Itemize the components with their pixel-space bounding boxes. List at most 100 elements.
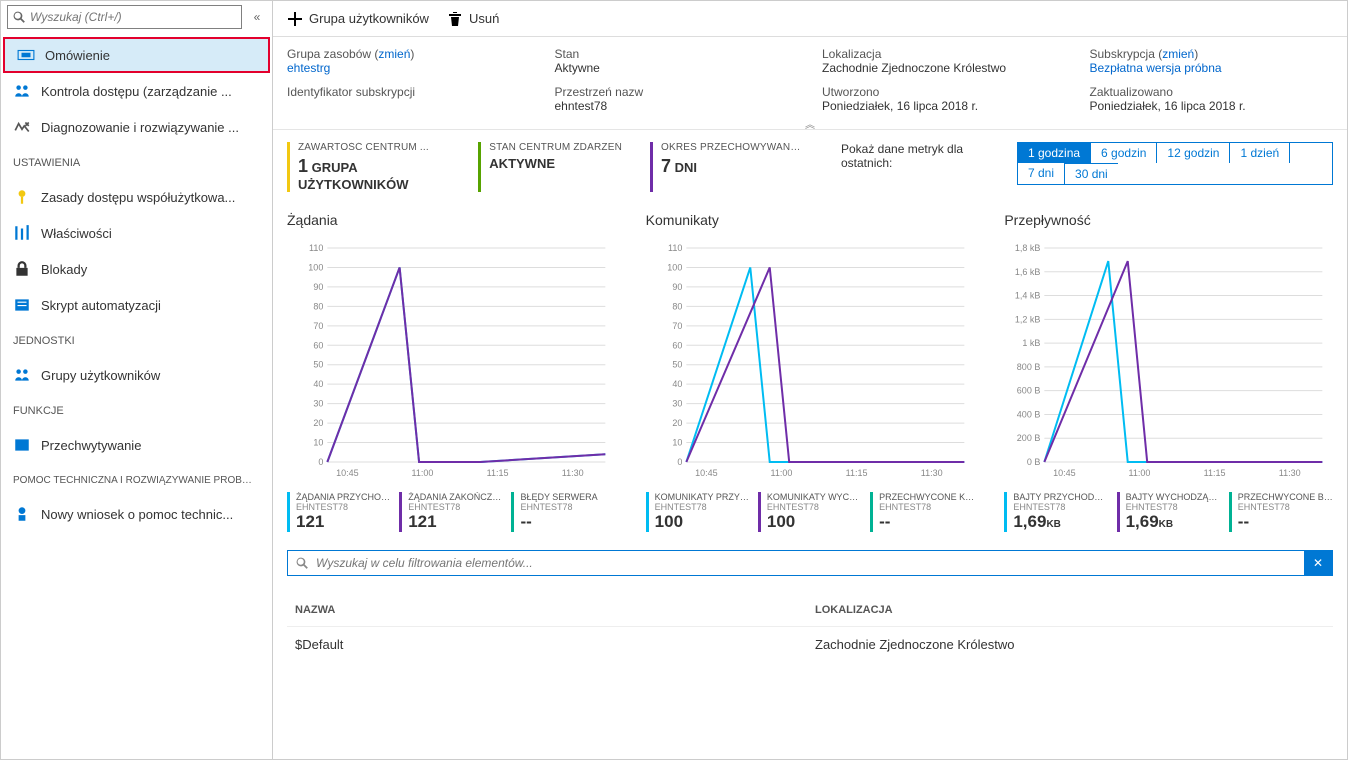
created-value: Poniedziałek, 16 lipca 2018 r. bbox=[822, 99, 1066, 113]
sidebar-search[interactable] bbox=[7, 5, 242, 29]
time-pill[interactable]: 7 dni bbox=[1018, 163, 1065, 184]
svg-text:30: 30 bbox=[672, 399, 682, 409]
time-pill[interactable]: 30 dni bbox=[1065, 163, 1118, 184]
nav-item[interactable]: Omówienie bbox=[3, 37, 270, 73]
metric-value: -- bbox=[879, 512, 974, 532]
add-group-button[interactable]: Grupa użytkowników bbox=[287, 11, 429, 27]
metric-sub: EHNTEST78 bbox=[767, 502, 862, 512]
metric-value: 1,69KB bbox=[1013, 512, 1108, 532]
time-pill[interactable]: 1 godzina bbox=[1018, 143, 1091, 163]
svg-text:200 B: 200 B bbox=[1017, 433, 1041, 443]
svg-text:50: 50 bbox=[313, 360, 323, 370]
svg-text:11:00: 11:00 bbox=[1129, 468, 1151, 478]
nav-item-label: Skrypt automatyzacji bbox=[41, 298, 161, 313]
resource-group-value[interactable]: ehtestrg bbox=[287, 61, 531, 75]
nav-item[interactable]: Blokady bbox=[1, 251, 272, 287]
nav-item[interactable]: Właściwości bbox=[1, 215, 272, 251]
svg-text:0: 0 bbox=[318, 457, 323, 467]
nav-item-label: Grupy użytkowników bbox=[41, 368, 160, 383]
sub-id-label: Identyfikator subskrypcji bbox=[287, 85, 531, 99]
time-pill[interactable]: 1 dzień bbox=[1230, 143, 1290, 163]
status-card-header: STAN CENTRUM ZDARZEŃ bbox=[489, 142, 622, 153]
nav-item[interactable]: Skrypt automatyzacji bbox=[1, 287, 272, 323]
nav-item-label: Nowy wniosek o pomoc technic... bbox=[41, 507, 233, 522]
sidebar: « Omówienie Kontrola dostępu (zarządzanie… bbox=[1, 1, 273, 759]
nav-item[interactable]: Przechwytywanie bbox=[1, 427, 272, 463]
metric-sub: EHNTEST78 bbox=[655, 502, 750, 512]
svg-text:1,8 kB: 1,8 kB bbox=[1015, 243, 1041, 253]
chart-box[interactable]: 010203040506070809010011010:4511:0011:15… bbox=[646, 242, 975, 482]
cell-name: $Default bbox=[295, 637, 815, 652]
metric-value: 121 bbox=[408, 512, 503, 532]
metric-card: ŻĄDANIA PRZYCHODZĄCE...EHNTEST78121 bbox=[287, 492, 391, 532]
filter-box[interactable]: ✕ bbox=[287, 550, 1333, 576]
nav-item-label: Zasady dostępu współużytkowa... bbox=[41, 190, 235, 205]
status-card-header: OKRES PRZECHOWYWANIA KOMUNIKATÓW bbox=[661, 142, 801, 153]
filter-input[interactable] bbox=[316, 551, 1304, 575]
svg-text:11:15: 11:15 bbox=[1204, 468, 1226, 478]
nav-item-icon bbox=[13, 436, 31, 454]
sidebar-collapse-button[interactable]: « bbox=[248, 8, 266, 26]
svg-text:60: 60 bbox=[672, 340, 682, 350]
sidebar-search-input[interactable] bbox=[30, 10, 237, 24]
resource-group-change-link[interactable]: zmień bbox=[378, 47, 410, 61]
nav-header-pomoc: POMOC TECHNICZNA I ROZWIĄZYWANIE PROB… bbox=[1, 463, 272, 492]
nav-item-label: Kontrola dostępu (zarządzanie ... bbox=[41, 84, 232, 99]
nav-item-icon bbox=[13, 260, 31, 278]
nav-item[interactable]: Zasady dostępu współużytkowa... bbox=[1, 179, 272, 215]
updated-label: Zaktualizowano bbox=[1090, 85, 1334, 99]
nav-item-icon bbox=[17, 46, 35, 64]
metric-value: 1,69KB bbox=[1126, 512, 1221, 532]
chart-box[interactable]: 010203040506070809010011010:4511:0011:15… bbox=[287, 242, 616, 482]
details-strip: Grupa zasobów (zmień) ehtestrg Identyfik… bbox=[273, 37, 1347, 130]
subscription-value[interactable]: Bezpłatna wersja próbna bbox=[1090, 61, 1334, 75]
metric-card: BAJTY PRZYCHODZĄCE (...EHNTEST781,69KB bbox=[1004, 492, 1108, 532]
nav-item-icon bbox=[13, 188, 31, 206]
svg-text:800 B: 800 B bbox=[1017, 362, 1041, 372]
metric-value: 121 bbox=[296, 512, 391, 532]
time-range-label: Pokaż dane metryk dla ostatnich: bbox=[841, 142, 1001, 170]
toolbar: Grupa użytkowników Usuń bbox=[273, 1, 1347, 37]
svg-text:10:45: 10:45 bbox=[1053, 468, 1076, 478]
nav-item[interactable]: Diagnozowanie i rozwiązywanie ... bbox=[1, 109, 272, 145]
main-panel: Grupa użytkowników Usuń Grupa zasobów (z… bbox=[273, 1, 1347, 759]
metric-card: PRZECHWYCONE KOMEHNTEST78-- bbox=[870, 492, 974, 532]
nav-item-label: Właściwości bbox=[41, 226, 112, 241]
svg-text:70: 70 bbox=[313, 321, 323, 331]
svg-text:40: 40 bbox=[313, 379, 323, 389]
subscription-change-link[interactable]: zmień bbox=[1162, 47, 1194, 61]
svg-text:11:00: 11:00 bbox=[412, 468, 434, 478]
svg-text:70: 70 bbox=[672, 321, 682, 331]
chart-column: Komunikaty010203040506070809010011010:45… bbox=[646, 212, 975, 532]
metric-sub: EHNTEST78 bbox=[296, 502, 391, 512]
nav-item[interactable]: Nowy wniosek o pomoc technic... bbox=[1, 496, 272, 532]
collapse-details-button[interactable]: ︽ bbox=[805, 116, 815, 131]
add-group-label: Grupa użytkowników bbox=[309, 11, 429, 26]
filter-clear-button[interactable]: ✕ bbox=[1304, 551, 1332, 575]
namespace-value: ehntest78 bbox=[555, 99, 799, 113]
chart-box[interactable]: 0 B200 B400 B600 B800 B1 kB1,2 kB1,4 kB1… bbox=[1004, 242, 1333, 482]
metrics-row: ŻĄDANIA PRZYCHODZĄCE...EHNTEST78121 ŻĄDAN… bbox=[287, 492, 616, 532]
metric-label: ŻĄDANIA ZAKOŃCZONE ... bbox=[408, 492, 503, 502]
metric-value: -- bbox=[520, 512, 615, 532]
time-pill[interactable]: 12 godzin bbox=[1157, 143, 1230, 163]
svg-text:11:30: 11:30 bbox=[562, 468, 584, 478]
status-card-header: ZAWARTOŚĆ CENTRUM ... bbox=[298, 142, 438, 153]
status-card: ZAWARTOŚĆ CENTRUM ...1 GRUPA UŻYTKOWNIKÓ… bbox=[287, 142, 450, 192]
location-value: Zachodnie Zjednoczone Królestwo bbox=[822, 61, 1066, 75]
nav-item[interactable]: Kontrola dostępu (zarządzanie ... bbox=[1, 73, 272, 109]
delete-button[interactable]: Usuń bbox=[447, 11, 499, 27]
time-pill[interactable]: 6 godzin bbox=[1091, 143, 1157, 163]
metric-card: PRZECHWYCONE BAJTYEHNTEST78-- bbox=[1229, 492, 1333, 532]
svg-text:600 B: 600 B bbox=[1017, 386, 1041, 396]
svg-text:1,2 kB: 1,2 kB bbox=[1015, 314, 1041, 324]
svg-text:11:15: 11:15 bbox=[845, 468, 867, 478]
search-icon bbox=[12, 10, 26, 24]
svg-text:90: 90 bbox=[313, 282, 323, 292]
nav-item-icon bbox=[13, 118, 31, 136]
nav-item[interactable]: Grupy użytkowników bbox=[1, 357, 272, 393]
namespace-label: Przestrzeń nazw bbox=[555, 85, 799, 99]
table-row[interactable]: $DefaultZachodnie Zjednoczone Królestwo bbox=[287, 626, 1333, 662]
nav-item-icon bbox=[13, 296, 31, 314]
nav-item-icon bbox=[13, 224, 31, 242]
